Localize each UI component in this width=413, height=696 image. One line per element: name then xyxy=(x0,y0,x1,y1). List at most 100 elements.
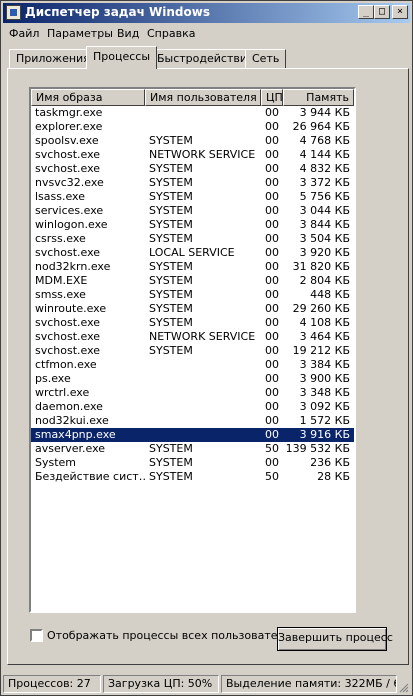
tab-processes[interactable]: Процессы xyxy=(86,46,158,69)
cell-memory: 3 900 КБ xyxy=(299,372,350,385)
tab-applications[interactable]: Приложения xyxy=(9,49,97,68)
close-button[interactable]: × xyxy=(392,5,408,19)
table-row[interactable]: spoolsv.exe SYSTEM 00 4 768 КБ xyxy=(31,134,354,148)
table-row[interactable]: avserver.exe SYSTEM 50 139 532 КБ xyxy=(31,442,354,456)
cell-cpu: 00 xyxy=(265,260,279,273)
table-row[interactable]: csrss.exe SYSTEM 00 3 504 КБ xyxy=(31,232,354,246)
table-row[interactable]: taskmgr.exe 00 3 944 КБ xyxy=(31,106,354,120)
column-header-cpu[interactable]: ЦП xyxy=(261,89,283,106)
cell-cpu: 00 xyxy=(265,288,279,301)
menu-file[interactable]: Файл xyxy=(9,27,39,40)
status-processes: Процессов: 27 xyxy=(3,675,101,693)
title-bar[interactable]: Диспетчер задач Windows _ □ × xyxy=(3,3,410,23)
cell-memory: 3 504 КБ xyxy=(299,232,350,245)
table-row[interactable]: nvsvc32.exe SYSTEM 00 3 372 КБ xyxy=(31,176,354,190)
menu-options[interactable]: Параметры xyxy=(47,27,113,40)
cell-cpu: 00 xyxy=(265,302,279,315)
cell-memory: 28 КБ xyxy=(317,470,350,483)
cell-image-name: nod32krn.exe xyxy=(35,260,111,273)
process-list[interactable]: Имя образа Имя пользователя ЦП Память ta… xyxy=(29,87,356,613)
table-row[interactable]: smax4pnp.exe 00 3 916 КБ xyxy=(31,428,354,442)
cell-image-name: smax4pnp.exe xyxy=(35,428,116,441)
table-row[interactable]: daemon.exe 00 3 092 КБ xyxy=(31,400,354,414)
cell-memory: 3 844 КБ xyxy=(299,218,350,231)
cell-cpu: 00 xyxy=(265,190,279,203)
menu-view[interactable]: Вид xyxy=(117,27,139,40)
cell-image-name: winroute.exe xyxy=(35,302,107,315)
table-row[interactable]: ps.exe 00 3 900 КБ xyxy=(31,372,354,386)
column-header-memory[interactable]: Память xyxy=(283,89,354,106)
cell-cpu: 00 xyxy=(265,358,279,371)
cell-user-name: SYSTEM xyxy=(149,316,193,329)
table-row[interactable]: nod32krn.exe SYSTEM 00 31 820 КБ xyxy=(31,260,354,274)
cell-image-name: services.exe xyxy=(35,204,104,217)
column-header-image-name[interactable]: Имя образа xyxy=(31,89,145,106)
table-row[interactable]: Бездействие сист… SYSTEM 50 28 КБ xyxy=(31,470,354,484)
cell-image-name: lsass.exe xyxy=(35,190,85,203)
table-row[interactable]: wrctrl.exe 00 3 348 КБ xyxy=(31,386,354,400)
cell-image-name: smss.exe xyxy=(35,288,86,301)
cell-memory: 3 372 КБ xyxy=(299,176,350,189)
table-row[interactable]: lsass.exe SYSTEM 00 5 756 КБ xyxy=(31,190,354,204)
status-cpu-usage: Загрузка ЦП: 50% xyxy=(103,675,219,693)
table-row[interactable]: svchost.exe SYSTEM 00 19 212 КБ xyxy=(31,344,354,358)
cell-image-name: svchost.exe xyxy=(35,148,101,161)
cell-cpu: 00 xyxy=(265,428,279,441)
table-row[interactable]: nod32kui.exe 00 1 572 КБ xyxy=(31,414,354,428)
cell-image-name: nvsvc32.exe xyxy=(35,176,104,189)
window-title: Диспетчер задач Windows xyxy=(25,5,210,19)
cell-image-name: nod32kui.exe xyxy=(35,414,109,427)
cell-cpu: 00 xyxy=(265,316,279,329)
cell-memory: 3 944 КБ xyxy=(299,106,350,119)
minimize-button[interactable]: _ xyxy=(358,5,374,19)
cell-image-name: System xyxy=(35,456,77,469)
task-manager-window: Диспетчер задач Windows _ □ × Файл Парам… xyxy=(0,0,413,696)
cell-memory: 3 916 КБ xyxy=(299,428,350,441)
cell-image-name: svchost.exe xyxy=(35,344,101,357)
tab-network[interactable]: Сеть xyxy=(245,49,287,68)
cell-cpu: 00 xyxy=(265,414,279,427)
table-row[interactable]: winlogon.exe SYSTEM 00 3 844 КБ xyxy=(31,218,354,232)
cell-memory: 31 820 КБ xyxy=(292,260,350,273)
cell-cpu: 00 xyxy=(265,232,279,245)
cell-user-name: SYSTEM xyxy=(149,302,193,315)
cell-image-name: svchost.exe xyxy=(35,162,101,175)
table-row[interactable]: explorer.exe 00 26 964 КБ xyxy=(31,120,354,134)
table-row[interactable]: ctfmon.exe 00 3 384 КБ xyxy=(31,358,354,372)
process-rows: taskmgr.exe 00 3 944 КБ explorer.exe 00 26 96… xyxy=(31,106,354,484)
cell-image-name: ps.exe xyxy=(35,372,71,385)
cell-cpu: 00 xyxy=(265,330,279,343)
column-header-user-name[interactable]: Имя пользователя xyxy=(145,89,261,106)
end-process-button[interactable]: Завершить процесс xyxy=(277,627,393,651)
cell-cpu: 00 xyxy=(265,120,279,133)
cell-image-name: wrctrl.exe xyxy=(35,386,90,399)
cell-cpu: 00 xyxy=(265,218,279,231)
column-header-row: Имя образа Имя пользователя ЦП Память xyxy=(31,89,354,106)
table-row[interactable]: svchost.exe SYSTEM 00 4 832 КБ xyxy=(31,162,354,176)
cell-cpu: 50 xyxy=(265,442,279,455)
table-row[interactable]: svchost.exe LOCAL SERVICE 00 3 920 КБ xyxy=(31,246,354,260)
cell-user-name: NETWORK SERVICE xyxy=(149,330,256,343)
cell-image-name: ctfmon.exe xyxy=(35,358,97,371)
table-row[interactable]: svchost.exe SYSTEM 00 4 108 КБ xyxy=(31,316,354,330)
cell-user-name: SYSTEM xyxy=(149,134,193,147)
table-row[interactable]: svchost.exe NETWORK SERVICE 00 3 464 КБ xyxy=(31,330,354,344)
cell-memory: 2 804 КБ xyxy=(299,274,350,287)
cell-user-name: LOCAL SERVICE xyxy=(149,246,235,259)
cell-cpu: 50 xyxy=(265,470,279,483)
show-all-users-label[interactable]: Отображать процессы всех пользователей xyxy=(47,629,298,642)
table-row[interactable]: services.exe SYSTEM 00 3 044 КБ xyxy=(31,204,354,218)
show-all-users-checkbox[interactable] xyxy=(30,629,43,642)
menu-help[interactable]: Справка xyxy=(147,27,195,40)
table-row[interactable]: smss.exe SYSTEM 00 448 КБ xyxy=(31,288,354,302)
resize-grip-icon[interactable] xyxy=(399,683,409,693)
table-row[interactable]: MDM.EXE SYSTEM 00 2 804 КБ xyxy=(31,274,354,288)
table-row[interactable]: System SYSTEM 00 236 КБ xyxy=(31,456,354,470)
maximize-button[interactable]: □ xyxy=(374,5,390,19)
cell-image-name: MDM.EXE xyxy=(35,274,88,287)
cell-cpu: 00 xyxy=(265,344,279,357)
cell-user-name: SYSTEM xyxy=(149,162,193,175)
table-row[interactable]: svchost.exe NETWORK SERVICE 00 4 144 КБ xyxy=(31,148,354,162)
cell-user-name: SYSTEM xyxy=(149,204,193,217)
table-row[interactable]: winroute.exe SYSTEM 00 29 260 КБ xyxy=(31,302,354,316)
